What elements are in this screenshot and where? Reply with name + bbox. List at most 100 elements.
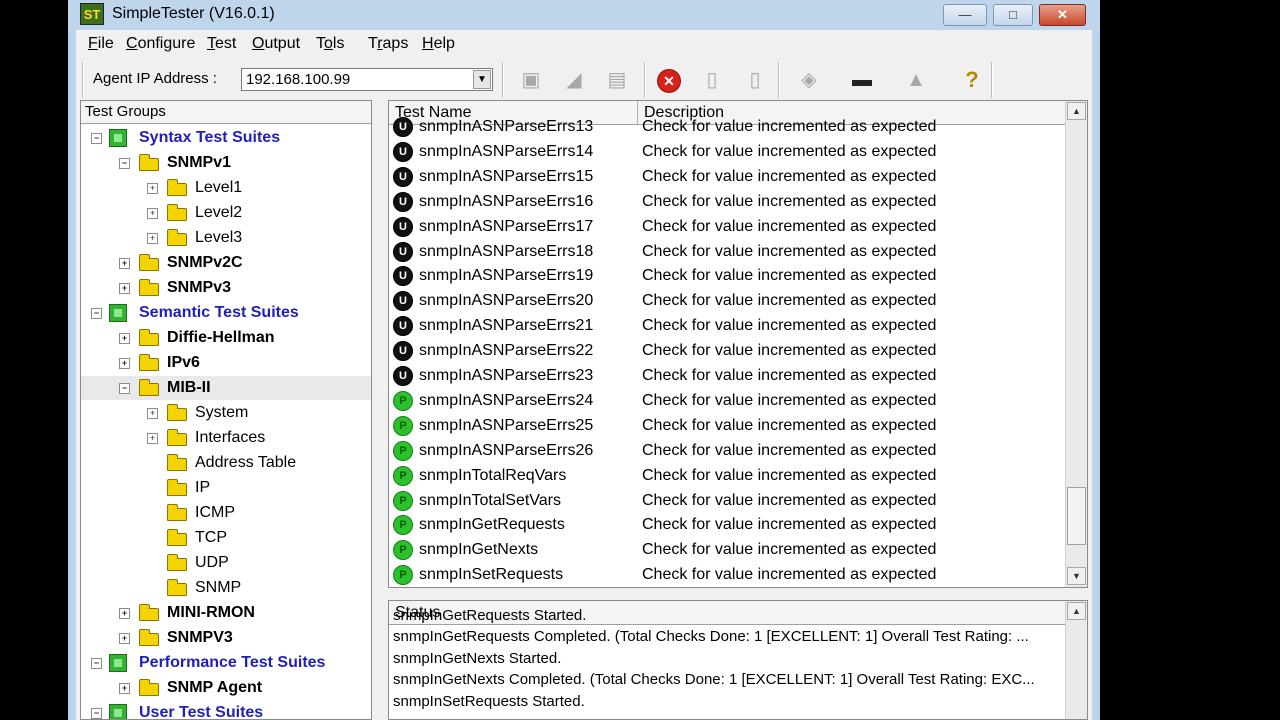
tree-node[interactable]: UDP	[81, 551, 371, 575]
help-icon[interactable]: ?	[956, 66, 988, 94]
tree-node[interactable]: − Performance Test Suites	[81, 651, 371, 675]
tree-node[interactable]: + SNMPV3	[81, 626, 371, 650]
tree-node[interactable]: − User Test Suites	[81, 701, 371, 719]
expand-icon[interactable]: +	[147, 208, 158, 219]
expand-icon[interactable]: +	[147, 183, 158, 194]
menu-file[interactable]: File	[88, 35, 114, 53]
scroll-thumb[interactable]	[1067, 487, 1086, 545]
tree-node[interactable]: − MIB-II	[81, 376, 371, 400]
scroll-up-button[interactable]: ▲	[1067, 602, 1086, 620]
collapse-icon[interactable]: −	[91, 658, 102, 669]
expand-icon[interactable]: +	[147, 408, 158, 419]
tree-node[interactable]: + System	[81, 401, 371, 425]
tree-node[interactable]: Address Table	[81, 451, 371, 475]
table-row[interactable]: PsnmpInTotalSetVars Check for value incre…	[389, 488, 1065, 513]
minimize-button[interactable]: —	[943, 4, 987, 26]
status-scrollbar[interactable]: ▲	[1065, 601, 1087, 719]
tree-node[interactable]: + Level3	[81, 226, 371, 250]
tree-node[interactable]: + SNMPv2C	[81, 251, 371, 275]
notes-icon[interactable]: ◈	[793, 66, 825, 94]
suite-icon	[109, 129, 127, 147]
maximize-button[interactable]: □	[993, 4, 1033, 26]
tree-node[interactable]: + Level1	[81, 176, 371, 200]
tree-node[interactable]: IP	[81, 476, 371, 500]
expand-icon[interactable]: +	[119, 258, 130, 269]
alert-icon[interactable]: ▲	[900, 66, 932, 94]
table-row[interactable]: UsnmpInASNParseErrs19 Check for value inc…	[389, 263, 1065, 288]
menu-configure[interactable]: Configure	[126, 35, 195, 53]
table-row[interactable]: UsnmpInASNParseErrs17 Check for value inc…	[389, 214, 1065, 239]
export-icon[interactable]: ▯	[739, 66, 771, 94]
status-log[interactable]: Status snmpInGetRequests Started. snmpInG…	[388, 600, 1088, 720]
close-button[interactable]: ✕	[1039, 4, 1086, 26]
status-log-line: snmpInGetRequests Completed. (Total Chec…	[393, 628, 1029, 645]
collapse-icon[interactable]: −	[119, 158, 130, 169]
table-row[interactable]: UsnmpInASNParseErrs14 Check for value inc…	[389, 139, 1065, 164]
table-row[interactable]: UsnmpInASNParseErrs16 Check for value inc…	[389, 189, 1065, 214]
test-name-cell: snmpInTotalSetVars	[419, 491, 561, 509]
tree-node[interactable]: TCP	[81, 526, 371, 550]
table-row[interactable]: UsnmpInASNParseErrs21 Check for value inc…	[389, 313, 1065, 338]
table-row[interactable]: UsnmpInASNParseErrs13 Check for value inc…	[389, 114, 1065, 139]
expand-icon[interactable]: +	[119, 633, 130, 644]
save-icon[interactable]: ▤	[601, 66, 633, 94]
stop-icon[interactable]: ✕	[653, 66, 685, 94]
pass-status-icon: P	[393, 540, 413, 561]
expand-icon[interactable]: +	[119, 608, 130, 619]
test-list[interactable]: Test Name Description UsnmpInASNParseErr…	[388, 100, 1088, 588]
tree-node[interactable]: + IPv6	[81, 351, 371, 375]
new-icon[interactable]: ▣	[515, 66, 547, 94]
tree-node[interactable]: − Syntax Test Suites	[81, 126, 371, 150]
open-icon[interactable]: ◢	[558, 66, 590, 94]
scroll-down-button[interactable]: ▼	[1067, 567, 1086, 585]
menu-test[interactable]: Test	[207, 35, 236, 53]
trap-icon[interactable]: ▬	[846, 66, 878, 94]
expand-icon[interactable]: +	[147, 433, 158, 444]
expand-icon[interactable]: +	[119, 683, 130, 694]
table-row[interactable]: PsnmpInASNParseErrs24 Check for value inc…	[389, 388, 1065, 413]
expand-icon[interactable]: +	[119, 358, 130, 369]
test-list-scrollbar[interactable]: ▲ ▼	[1065, 101, 1087, 587]
expand-icon[interactable]: +	[147, 233, 158, 244]
table-row[interactable]: UsnmpInASNParseErrs15 Check for value inc…	[389, 164, 1065, 189]
test-groups-tree[interactable]: Test Groups − Syntax Test Suites − SNMPv1 + L…	[80, 100, 372, 720]
table-row[interactable]: PsnmpInGetRequests Check for value increm…	[389, 512, 1065, 537]
expand-icon[interactable]: +	[119, 333, 130, 344]
table-row[interactable]: UsnmpInASNParseErrs20 Check for value inc…	[389, 288, 1065, 313]
tree-node-label: Semantic Test Suites	[139, 304, 299, 321]
tree-node[interactable]: + Diffie-Hellman	[81, 326, 371, 350]
menu-traps[interactable]: Traps	[368, 35, 408, 53]
tree-node[interactable]: + Level2	[81, 201, 371, 225]
collapse-icon[interactable]: −	[119, 383, 130, 394]
tree-node[interactable]: + SNMP Agent	[81, 676, 371, 700]
chevron-down-icon[interactable]: ▼	[473, 70, 491, 89]
title-bar[interactable]: ST SimpleTester (V16.0.1) — □ ✕	[68, 0, 1100, 30]
tree-node[interactable]: + SNMPv3	[81, 276, 371, 300]
description-cell: Check for value incremented as expected	[642, 317, 937, 335]
table-row[interactable]: UsnmpInASNParseErrs22 Check for value inc…	[389, 338, 1065, 363]
menu-output[interactable]: Output	[252, 35, 300, 53]
table-row[interactable]: PsnmpInTotalReqVars Check for value incre…	[389, 463, 1065, 488]
collapse-icon[interactable]: −	[91, 308, 102, 319]
menu-help[interactable]: Help	[422, 35, 455, 53]
table-row[interactable]: PsnmpInASNParseErrs26 Check for value inc…	[389, 438, 1065, 463]
report-icon[interactable]: ▯	[696, 66, 728, 94]
tree-node[interactable]: − SNMPv1	[81, 151, 371, 175]
tree-node[interactable]: + MINI-RMON	[81, 601, 371, 625]
table-row[interactable]: PsnmpInGetNexts Check for value increment…	[389, 537, 1065, 562]
table-row[interactable]: PsnmpInASNParseErrs25 Check for value inc…	[389, 413, 1065, 438]
tree-node[interactable]: SNMP	[81, 576, 371, 600]
description-cell: Check for value incremented as expected	[642, 367, 937, 384]
collapse-icon[interactable]: −	[91, 133, 102, 144]
menu-tools[interactable]: Tols	[316, 35, 344, 53]
tree-node[interactable]: ICMP	[81, 501, 371, 525]
table-row[interactable]: UsnmpInASNParseErrs18 Check for value inc…	[389, 239, 1065, 264]
collapse-icon[interactable]: −	[91, 708, 102, 719]
table-row[interactable]: UsnmpInASNParseErrs23 Check for value inc…	[389, 363, 1065, 388]
table-row[interactable]: PsnmpInSetRequests Check for value increm…	[389, 562, 1065, 587]
agent-ip-combobox[interactable]: 192.168.100.99 ▼	[241, 68, 493, 91]
scroll-up-button[interactable]: ▲	[1067, 102, 1086, 120]
tree-node[interactable]: + Interfaces	[81, 426, 371, 450]
tree-node[interactable]: − Semantic Test Suites	[81, 301, 371, 325]
expand-icon[interactable]: +	[119, 283, 130, 294]
